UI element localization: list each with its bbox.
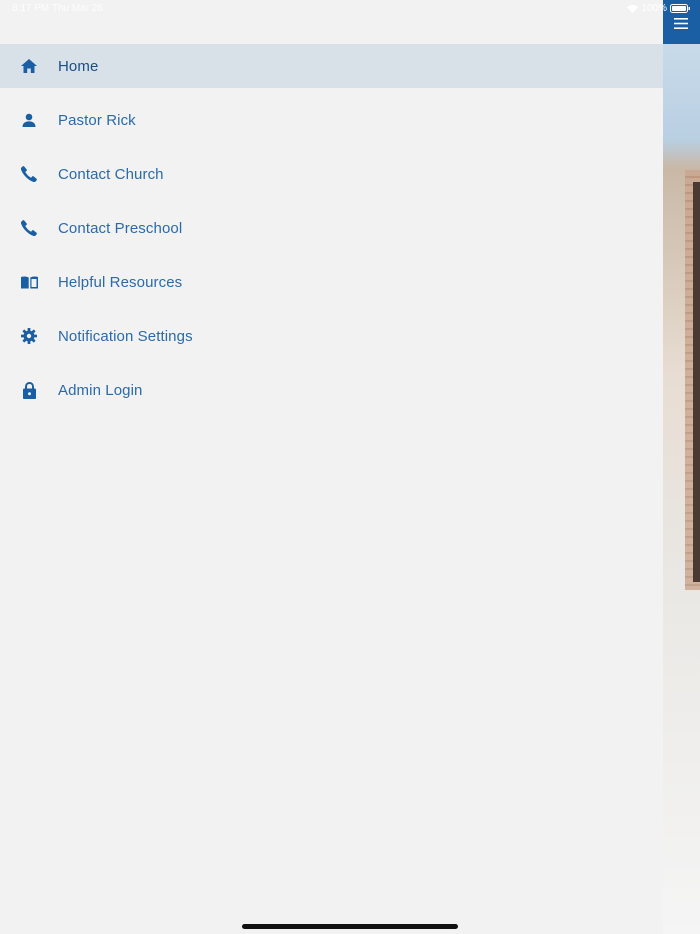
menu-item-label: Pastor Rick (58, 112, 136, 129)
menu-item-notification-settings[interactable]: Notification Settings (0, 314, 663, 358)
home-icon (19, 56, 39, 76)
menu-item-label: Home (58, 58, 99, 75)
drawer-header (0, 0, 663, 44)
menu-list: Home Pastor Rick Contact Church Contact … (0, 44, 663, 412)
menu-item-contact-preschool[interactable]: Contact Preschool (0, 206, 663, 250)
book-icon (19, 272, 39, 292)
hamburger-menu-button[interactable] (670, 14, 692, 32)
menu-item-pastor-rick[interactable]: Pastor Rick (0, 98, 663, 142)
menu-item-admin-login[interactable]: Admin Login (0, 368, 663, 412)
phone-icon (19, 164, 39, 184)
background-page (663, 0, 700, 934)
phone-icon (19, 218, 39, 238)
person-icon (19, 110, 39, 130)
gear-icon (19, 326, 39, 346)
building-window (693, 182, 700, 582)
menu-item-contact-church[interactable]: Contact Church (0, 152, 663, 196)
menu-item-label: Contact Preschool (58, 220, 183, 237)
menu-item-label: Notification Settings (58, 328, 193, 345)
home-indicator[interactable] (242, 924, 458, 929)
lock-icon (19, 380, 39, 400)
menu-item-label: Contact Church (58, 166, 164, 183)
menu-item-label: Admin Login (58, 382, 143, 399)
hamburger-icon (674, 17, 688, 29)
navigation-drawer: Home Pastor Rick Contact Church Contact … (0, 0, 663, 934)
menu-item-label: Helpful Resources (58, 274, 183, 291)
menu-item-home[interactable]: Home (0, 44, 663, 88)
menu-item-helpful-resources[interactable]: Helpful Resources (0, 260, 663, 304)
